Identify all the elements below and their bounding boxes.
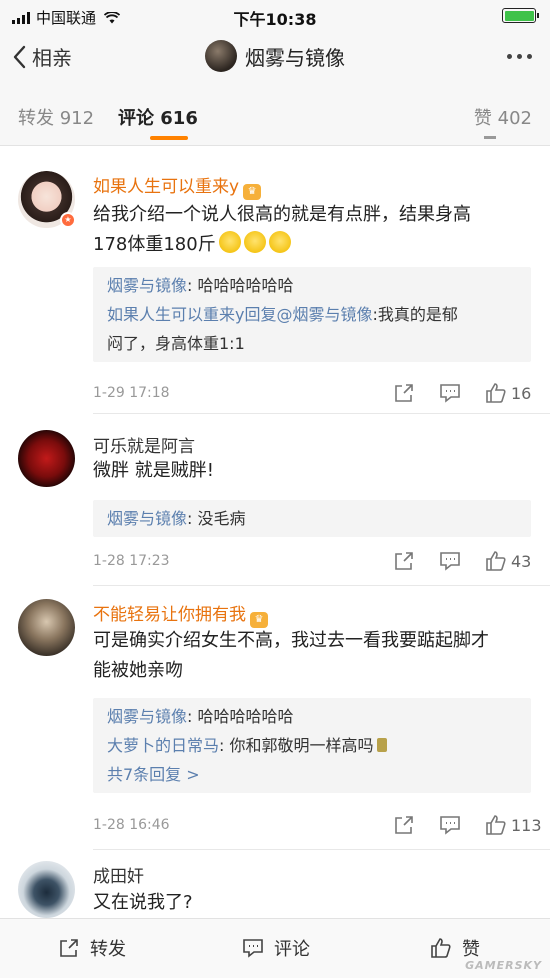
comment-icon[interactable] <box>439 550 461 576</box>
fold-indicator <box>484 136 496 139</box>
divider <box>93 585 550 586</box>
commenter-name[interactable]: 可乐就是阿言 <box>93 432 195 457</box>
comment-label: 评论 <box>274 939 310 960</box>
thumbs-up-icon <box>431 938 451 958</box>
comment-time: 1-28 17:23 <box>93 553 170 569</box>
like-count: 16 <box>511 383 532 403</box>
comment-icon[interactable] <box>439 382 461 408</box>
tab-comment[interactable]: 评论 616 <box>118 104 198 130</box>
comment-time: 1-28 16:46 <box>93 817 170 833</box>
divider <box>93 849 550 850</box>
comment-line: 又在说我了? <box>93 892 193 913</box>
reply-line: 烟雾与镜像: 哈哈哈哈哈哈 <box>107 276 294 295</box>
comment-button[interactable]: 评论 <box>242 935 310 961</box>
like-button[interactable]: 43 <box>485 550 531 572</box>
battery-icon <box>502 8 539 23</box>
repost-icon <box>60 939 78 957</box>
comment-line: 能被她亲吻 <box>93 660 183 681</box>
like-count: 43 <box>511 551 532 571</box>
repost-button[interactable]: 转发 <box>58 935 126 961</box>
comment-text: 微胖 就是贼胖! <box>93 456 523 486</box>
share-icon[interactable] <box>393 382 415 408</box>
active-tab-indicator <box>150 136 188 140</box>
status-bar: 中国联通 下午10:38 <box>0 0 550 30</box>
avatar[interactable] <box>18 430 75 487</box>
crown-icon: ♛ <box>243 184 262 200</box>
comment-meta: 1-29 17:18 16 <box>93 382 533 406</box>
more-options-button[interactable] <box>507 54 532 59</box>
reply-line: 如果人生可以重来y回复@烟雾与镜像:我真的是郁 <box>107 305 458 324</box>
share-icon[interactable] <box>393 550 415 576</box>
thumbs-up-icon <box>486 383 506 403</box>
comment-text: 给我介绍一个说人很高的就是有点胖，结果身高 178体重180斤 <box>93 200 523 260</box>
thumbs-up-icon <box>486 551 506 571</box>
commenter-name[interactable]: 如果人生可以重来y ♛ <box>93 172 262 200</box>
reply-box[interactable]: 烟雾与镜像: 没毛病 <box>93 500 531 537</box>
divider <box>93 413 550 414</box>
more-replies-link[interactable]: 共7条回复 > <box>107 760 517 789</box>
like-button[interactable]: 赞 <box>430 935 480 961</box>
reply-line: 烟雾与镜像: 没毛病 <box>107 509 246 528</box>
reply-box[interactable]: 烟雾与镜像: 哈哈哈哈哈哈 如果人生可以重来y回复@烟雾与镜像:我真的是郁 闷了… <box>93 267 531 362</box>
comment-text: 可是确实介绍女生不高，我过去一看我要踮起脚才 能被她亲吻 <box>93 626 523 686</box>
avatar[interactable] <box>18 861 75 918</box>
watermark: GAMERSKY <box>465 959 542 972</box>
like-button[interactable]: 16 <box>485 382 531 404</box>
comment-time: 1-29 17:18 <box>93 385 170 401</box>
emoji-icon <box>243 231 266 253</box>
emoji-icon <box>268 231 291 253</box>
reply-line: 大萝卜的日常马: 你和郭敬明一样高吗 <box>107 731 517 760</box>
status-time: 下午10:38 <box>233 10 317 29</box>
emoji-icon <box>218 231 241 253</box>
page-title[interactable]: 烟雾与镜像 <box>245 42 345 71</box>
comment-icon[interactable] <box>439 814 461 840</box>
trophy-icon <box>376 738 387 752</box>
tab-like[interactable]: 赞 402 <box>474 104 532 130</box>
nav-bar: 相亲 烟雾与镜像 <box>0 30 550 84</box>
tab-bar: 转发 912 评论 616 赞 402 <box>0 84 550 146</box>
comment-line: 可是确实介绍女生不高，我过去一看我要踮起脚才 <box>93 630 489 651</box>
comment-meta: 1-28 17:23 43 <box>93 550 533 574</box>
comment-meta: 1-28 16:46 113 <box>93 814 542 840</box>
repost-label: 转发 <box>90 939 126 960</box>
like-button[interactable]: 113 <box>485 814 542 836</box>
comment-icon <box>243 939 263 958</box>
like-count: 113 <box>511 815 542 835</box>
reply-box[interactable]: 烟雾与镜像: 哈哈哈哈哈哈 大萝卜的日常马: 你和郭敬明一样高吗 共7条回复 > <box>93 698 531 793</box>
comment-line: 178体重180斤 <box>93 234 216 255</box>
vip-badge-icon: ★ <box>60 212 76 228</box>
comment-line: 微胖 就是贼胖! <box>93 460 214 481</box>
commenter-name[interactable]: 成田奸 <box>93 862 144 887</box>
share-icon[interactable] <box>393 814 415 840</box>
like-label: 赞 <box>462 939 480 960</box>
comment-text: 又在说我了? <box>93 888 523 918</box>
tab-repost[interactable]: 转发 912 <box>18 104 94 130</box>
reply-line: 烟雾与镜像: 哈哈哈哈哈哈 <box>107 707 294 726</box>
nav-center: 烟雾与镜像 <box>0 40 550 72</box>
thumbs-up-icon <box>486 815 506 835</box>
bottom-action-bar: 转发 评论 赞 GAMERSKY <box>0 918 550 978</box>
commenter-name[interactable]: 不能轻易让你拥有我 ♛ <box>93 600 268 628</box>
comment-line: 给我介绍一个说人很高的就是有点胖，结果身高 <box>93 204 471 225</box>
reply-line: 闷了，身高体重1:1 <box>107 334 245 353</box>
avatar[interactable] <box>18 599 75 656</box>
author-avatar[interactable] <box>205 40 237 72</box>
